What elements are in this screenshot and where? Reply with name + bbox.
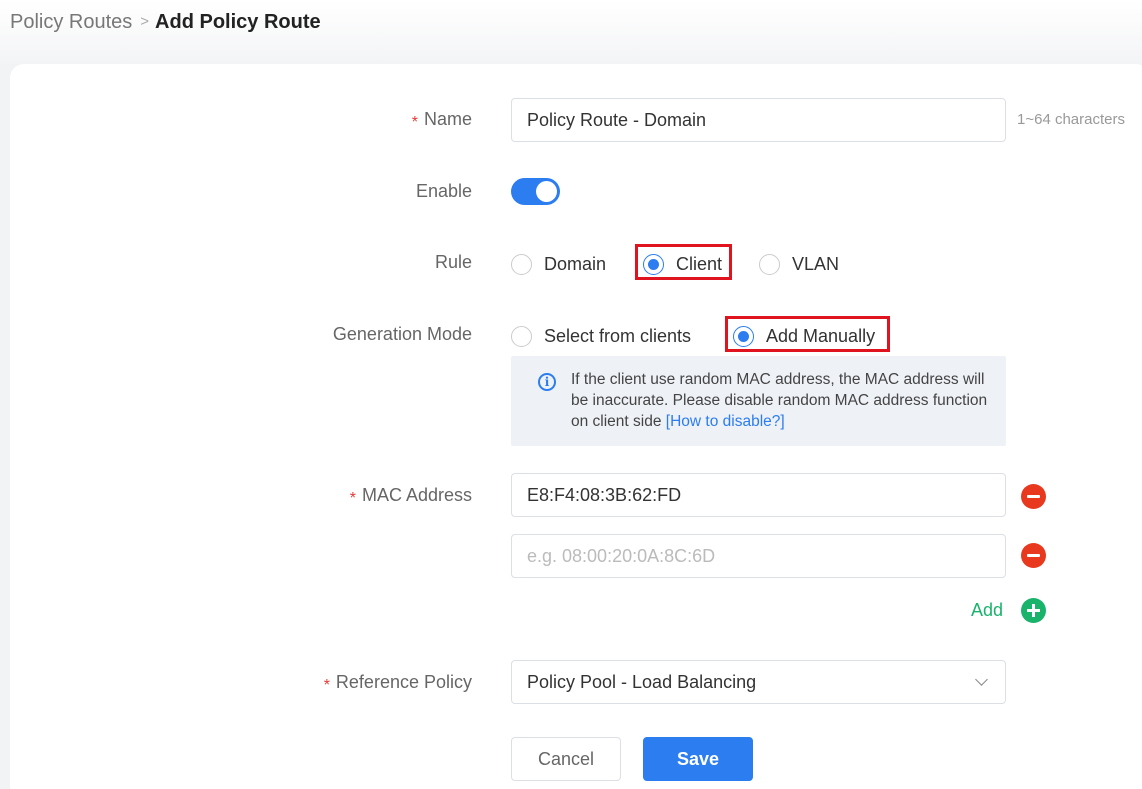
mode-option-select-label: Select from clients [544,326,692,346]
radio-unchecked-icon [511,325,532,347]
highlight-box-add-manually [725,316,890,352]
add-mac-icon[interactable] [1021,598,1046,623]
reference-policy-select[interactable]: Policy Pool - Load Balancing [511,660,1006,704]
reference-policy-label: * Reference Policy [72,670,472,696]
info-box: i If the client use random MAC address, … [511,356,1006,446]
required-mark: * [323,677,330,694]
how-to-disable-link[interactable]: [How to disable?] [666,413,785,430]
remove-mac-2-icon[interactable] [1021,543,1046,568]
page-header: Policy Routes > Add Policy Route [0,0,1142,64]
page-title: Add Policy Route [155,11,321,33]
enable-toggle[interactable] [511,178,560,205]
info-text: If the client use random MAC address, th… [571,369,991,432]
save-button[interactable]: Save [643,737,753,781]
rule-label: Rule [434,252,472,272]
required-mark: * [349,490,356,507]
cancel-button[interactable]: Cancel [511,737,621,781]
breadcrumb-policy-routes[interactable]: Policy Routes [10,11,132,33]
reference-policy-label-text: Reference Policy [335,672,472,692]
required-mark: * [411,114,418,131]
rule-radio-domain[interactable]: Domain [511,252,606,276]
rule-option-vlan-label: VLAN [792,254,840,274]
radio-unchecked-icon [759,253,780,275]
mac-address-input-2[interactable] [511,534,1006,578]
radio-unchecked-icon [511,253,532,275]
remove-mac-1-icon[interactable] [1021,484,1046,509]
name-input[interactable] [511,98,1006,142]
mac-address-label: * MAC Address [72,483,472,509]
breadcrumb: Policy Routes > Add Policy Route [10,8,321,36]
toggle-knob [536,181,557,202]
mac-address-label-text: MAC Address [361,485,472,505]
mode-radio-select-from-clients[interactable]: Select from clients [511,324,691,348]
name-label-text: Name [423,109,472,129]
breadcrumb-separator-icon: > [140,13,150,30]
name-label: * Name [72,107,472,133]
enable-label: Enable [415,181,472,201]
name-hint: 1~64 characters [1017,111,1125,128]
info-icon: i [538,373,556,391]
rule-radio-vlan[interactable]: VLAN [759,252,839,276]
rule-option-domain-label: Domain [544,254,607,274]
mac-address-input-1[interactable] [511,473,1006,517]
add-mac-link[interactable]: Add [971,598,1003,622]
reference-policy-value: Policy Pool - Load Balancing [527,672,757,692]
generation-mode-label: Generation Mode [332,324,472,344]
highlight-box-client [635,244,732,280]
